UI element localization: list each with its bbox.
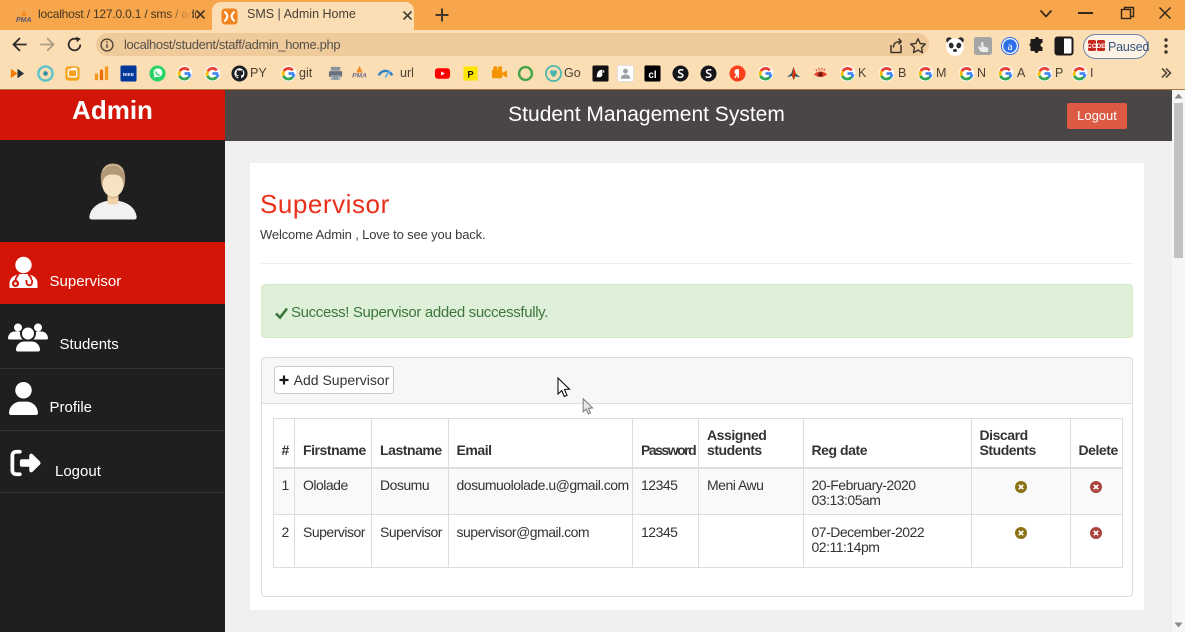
svg-text:IEEE: IEEE (123, 72, 135, 78)
svg-text:P: P (467, 69, 473, 80)
svg-text:DE: DE (1096, 43, 1105, 50)
svg-text:PMA: PMA (352, 72, 367, 79)
svg-text:a: a (1007, 41, 1012, 53)
svg-text:cl: cl (648, 70, 657, 81)
svg-text:PMA: PMA (16, 17, 32, 24)
